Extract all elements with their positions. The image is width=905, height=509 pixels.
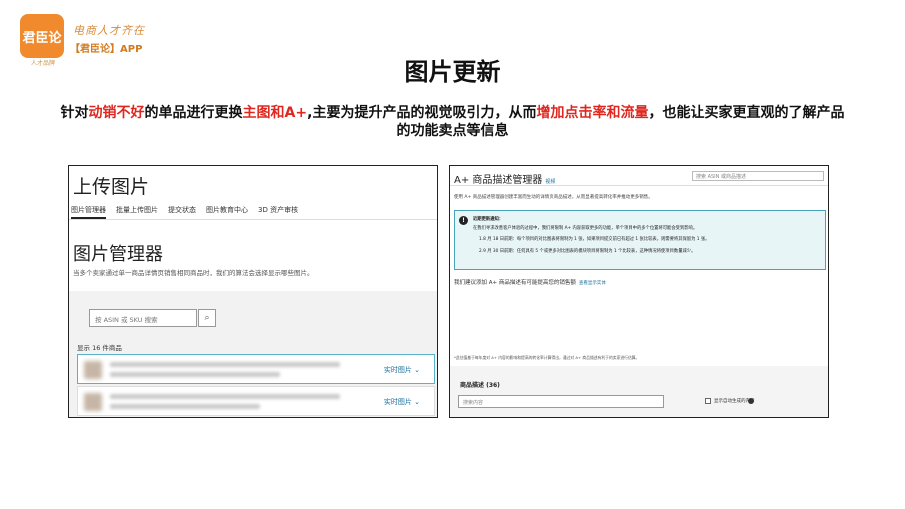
manager-description: 当多个卖家通过单一商品详情页销售相同商品时，我们的算法会选择显示哪些图片。: [73, 269, 314, 277]
slide-title: 图片更新: [404, 58, 501, 86]
brand-slogan: 电商人才齐在: [73, 24, 145, 37]
recommend-text: 我们建议添加 A+ 商品描述有可能提高您的销售额 查看显示实体: [454, 280, 606, 286]
product-row[interactable]: 实时图片 ⌄: [77, 354, 435, 384]
upload-tabs: 图片管理器 批量上传图片 提交状态 图片教育中心 3D 资产审核: [69, 202, 437, 220]
slide-subtitle: 针对动销不好的单品进行更换主图和A+,主要为提升产品的视觉吸引力，从而增加点击率…: [60, 105, 845, 139]
aplus-title: A+ 商品描述管理器 视频: [454, 175, 556, 186]
recommend-link[interactable]: 查看显示实体: [579, 281, 606, 286]
upload-title: 上传图片: [73, 176, 150, 198]
description-area: [450, 366, 828, 417]
blurred-title: [110, 404, 260, 409]
tab-bulk-upload[interactable]: 批量上传图片: [116, 202, 158, 219]
footnote: *此估值基于每年度对 A+ 内容的影响和提高的转化率计算得出，通过对 A+ 商品…: [454, 355, 640, 360]
blurred-title: [110, 372, 280, 377]
search-icon[interactable]: ⌕: [198, 309, 216, 327]
live-images-link[interactable]: 实时图片 ⌄: [384, 397, 420, 407]
info-icon[interactable]: [748, 398, 754, 404]
tab-3d-review[interactable]: 3D 资产审核: [258, 202, 298, 219]
update-notice: ! 近期更新通知： 在我们寻求改善客户体验的过程中，我们将限制 A+ 内容获取更…: [454, 210, 826, 270]
tab-image-education[interactable]: 图片教育中心: [206, 202, 248, 219]
description-search-input[interactable]: 搜索内容: [458, 395, 664, 408]
divider: [450, 185, 828, 186]
blurred-title: [110, 394, 340, 399]
product-count: 显示 16 件商品: [77, 344, 122, 352]
product-thumbnail: [84, 361, 102, 379]
image-upload-screenshot: 上传图片 图片管理器 批量上传图片 提交状态 图片教育中心 3D 资产审核 图片…: [68, 165, 438, 418]
notice-line: 1.8 月 18 日前期：每个项目的对比图表将限制为 1 张，如果项目提交前已有…: [479, 237, 710, 242]
aplus-search-input[interactable]: 搜索 ASIN 或商品描述: [692, 171, 824, 181]
aplus-manager-screenshot: A+ 商品描述管理器 视频 搜索 ASIN 或商品描述 使用 A+ 商品描述管理器…: [449, 165, 829, 418]
notice-title: 近期更新通知：: [473, 217, 504, 222]
asin-search-input[interactable]: 按 ASIN 或 SKU 搜索: [89, 309, 197, 327]
notice-line: 在我们寻求改善客户体验的过程中，我们将限制 A+ 内容获取更多的功能，单个项目中…: [473, 226, 698, 231]
live-images-link[interactable]: 实时图片 ⌄: [384, 365, 420, 375]
tab-image-manager[interactable]: 图片管理器: [71, 202, 106, 219]
info-icon: !: [459, 216, 468, 225]
product-thumbnail: [84, 393, 102, 411]
tab-submit-status[interactable]: 提交状态: [168, 202, 196, 219]
aplus-intro: 使用 A+ 商品描述管理器创建丰富而生动的详情页商品描述，从而显著提高转化率并推…: [454, 195, 653, 200]
descriptions-heading: 商品描述 (36): [460, 382, 500, 389]
blurred-title: [110, 362, 340, 367]
product-row[interactable]: 实时图片 ⌄: [77, 386, 435, 416]
manager-title: 图片管理器: [73, 244, 163, 265]
auto-generated-checkbox[interactable]: [705, 398, 711, 404]
notice-line: 2.9 月 30 日前期：任何具有 5 个或更多对比图表的模块项目将限制为 1 …: [479, 249, 696, 254]
